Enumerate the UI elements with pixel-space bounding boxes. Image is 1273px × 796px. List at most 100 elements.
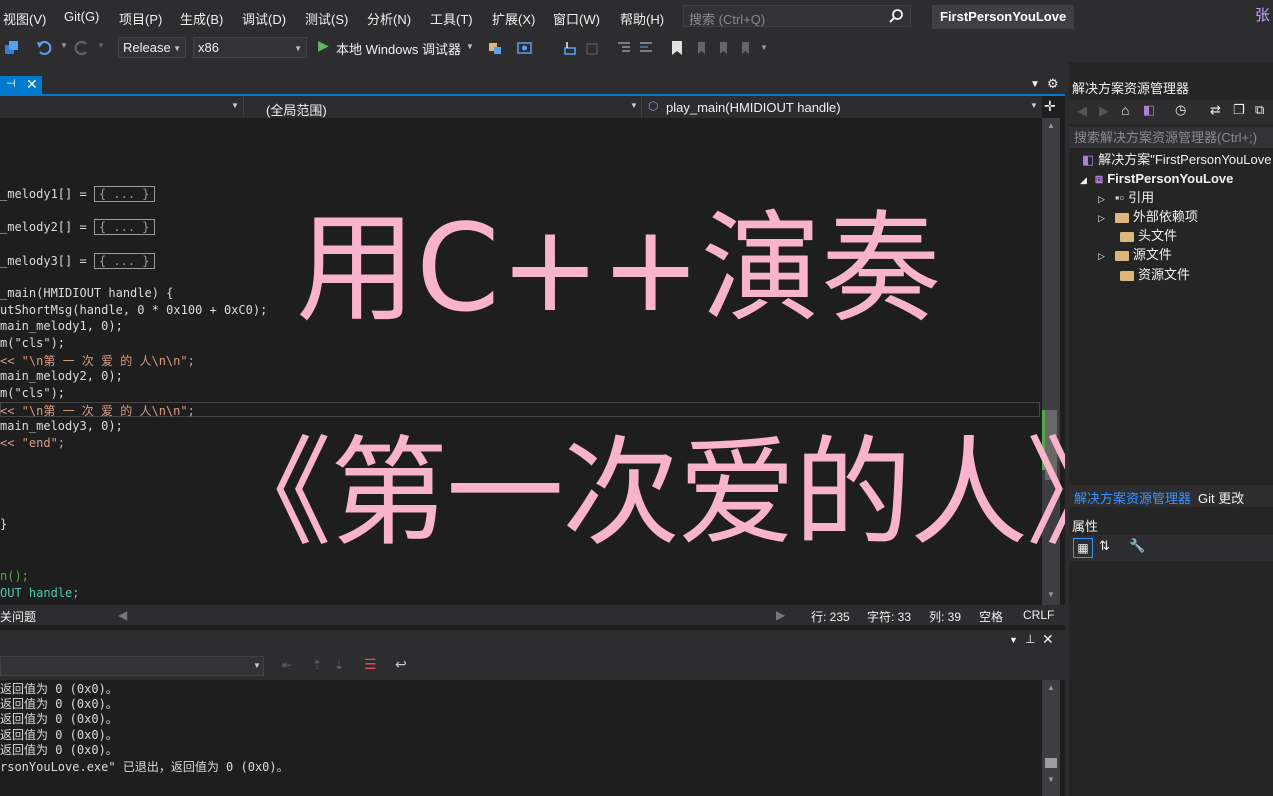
alphabetical-icon[interactable]: ⇅: [1099, 538, 1110, 554]
tree-item-header-files[interactable]: 头文件: [1120, 226, 1177, 245]
forward-icon[interactable]: ▶: [1099, 103, 1109, 119]
prev-message-icon[interactable]: ⇡: [312, 658, 322, 672]
bookmark-prev-icon[interactable]: [693, 40, 709, 56]
scroll-left-icon[interactable]: ◀: [118, 608, 127, 622]
property-pages-icon[interactable]: 🔧: [1129, 538, 1145, 554]
panel-dropdown-icon[interactable]: ▼: [1009, 635, 1018, 645]
output-source-select[interactable]: ▼: [0, 656, 264, 676]
tab-git-changes[interactable]: Git 更改: [1198, 488, 1244, 507]
attach-icon[interactable]: [487, 40, 503, 56]
collapsed-block[interactable]: { ... }: [93, 219, 155, 235]
tab-list-dropdown-icon[interactable]: ▼: [1030, 79, 1040, 90]
scope-select[interactable]: (全局范围) ▼: [246, 97, 642, 118]
project-scope-select[interactable]: ▼: [0, 97, 244, 117]
avatar[interactable]: 张: [1252, 5, 1273, 27]
solution-node[interactable]: ◧ 解决方案"FirstPersonYouLove: [1082, 150, 1272, 169]
step-icon[interactable]: [563, 40, 579, 56]
collapsed-block[interactable]: { ... }: [93, 186, 155, 202]
menu-extensions[interactable]: 扩展(X): [492, 9, 535, 28]
menu-view[interactable]: 视图(V): [3, 9, 46, 28]
menu-project[interactable]: 项目(P): [119, 9, 162, 28]
collapsed-arrow-icon[interactable]: ▷: [1098, 251, 1105, 261]
platform-select[interactable]: x86 ▼: [193, 37, 307, 58]
scroll-up-icon[interactable]: ▲: [1047, 121, 1055, 130]
redo-dropdown-icon[interactable]: ▼: [97, 41, 105, 50]
code-line: << "end";: [0, 436, 66, 450]
gear-icon[interactable]: ⚙: [1047, 76, 1059, 92]
pin-icon[interactable]: ⊣: [6, 77, 16, 90]
pin-icon[interactable]: ⊥: [1025, 632, 1035, 646]
issues-indicator[interactable]: 关问题: [0, 608, 36, 625]
scroll-right-icon[interactable]: ▶: [776, 608, 785, 622]
sync-icon[interactable]: ⇄: [1210, 102, 1221, 118]
tree-item-external-deps[interactable]: ▷ 外部依赖项: [1098, 207, 1198, 226]
split-editor-icon[interactable]: ✛: [1044, 98, 1056, 115]
scroll-up-icon[interactable]: ▲: [1047, 683, 1055, 692]
toolbar-overflow-icon[interactable]: ▼: [760, 43, 768, 52]
collapsed-arrow-icon[interactable]: ▷: [1098, 213, 1105, 223]
output-line: 返回值为 0 (0x0)。: [0, 712, 118, 726]
back-icon[interactable]: ◀: [1077, 103, 1087, 119]
code-line: << "\n第 一 次 爱 的 人\n\n";: [0, 404, 195, 418]
solution-search-input[interactable]: 搜索解决方案资源管理器(Ctrl+;): [1069, 127, 1273, 148]
close-icon[interactable]: ✕: [26, 76, 38, 93]
member-select[interactable]: ⬡ play_main(HMIDIOUT handle) ▼: [644, 97, 1042, 117]
menu-debug[interactable]: 调试(D): [242, 9, 286, 28]
step-disabled-icon[interactable]: [585, 40, 601, 56]
scroll-down-icon[interactable]: ▼: [1047, 590, 1055, 599]
close-icon[interactable]: ✕: [1042, 631, 1054, 648]
chevron-down-icon: ▼: [630, 101, 638, 110]
tab-solution-explorer[interactable]: 解决方案资源管理器: [1074, 488, 1191, 507]
undo-icon[interactable]: [36, 40, 52, 56]
line-indicator[interactable]: 行: 235: [811, 608, 850, 625]
output-panel-header: ▼ ⊥ ✕: [0, 630, 1065, 652]
search-input[interactable]: 搜索 (Ctrl+Q): [683, 5, 911, 27]
menu-help[interactable]: 帮助(H): [620, 9, 664, 28]
next-message-icon[interactable]: ⇣: [334, 658, 344, 672]
chevron-down-icon[interactable]: ▼: [466, 42, 474, 51]
undo-dropdown-icon[interactable]: ▼: [60, 41, 68, 50]
output-text-area[interactable]: 返回值为 0 (0x0)。 返回值为 0 (0x0)。 返回值为 0 (0x0)…: [0, 680, 1042, 796]
collapsed-arrow-icon[interactable]: ▷: [1098, 194, 1105, 204]
menu-git[interactable]: Git(G): [64, 9, 99, 24]
redo-icon[interactable]: [74, 40, 90, 56]
word-wrap-icon[interactable]: ↩: [395, 656, 407, 673]
outdent-icon[interactable]: [638, 40, 654, 56]
menu-build[interactable]: 生成(B): [180, 9, 223, 28]
indent-icon[interactable]: [616, 40, 632, 56]
switch-views-icon[interactable]: ◧: [1143, 102, 1155, 118]
menu-tools[interactable]: 工具(T): [430, 9, 473, 28]
scrollbar-thumb[interactable]: [1045, 758, 1057, 768]
clear-all-icon[interactable]: ☰: [364, 656, 377, 673]
char-indicator[interactable]: 字符: 33: [867, 608, 911, 625]
tree-item-references[interactable]: ▷ ▪▫ 引用: [1098, 188, 1154, 207]
expanded-icon[interactable]: ◢: [1080, 175, 1087, 185]
home-icon[interactable]: ⌂: [1121, 102, 1129, 118]
tree-item-source-files[interactable]: ▷ 源文件: [1098, 245, 1172, 264]
column-indicator[interactable]: 列: 39: [929, 608, 961, 625]
configuration-select[interactable]: Release ▼: [118, 37, 186, 58]
play-icon[interactable]: ▶: [318, 37, 329, 54]
tree-item-resource-files[interactable]: 资源文件: [1120, 265, 1190, 284]
collapse-all-icon[interactable]: ❐: [1233, 102, 1245, 118]
bookmark-icon[interactable]: [669, 40, 685, 56]
menu-window[interactable]: 窗口(W): [553, 9, 600, 28]
show-all-files-icon[interactable]: ⧉: [1255, 102, 1264, 118]
line-ending-indicator[interactable]: CRLF: [1023, 608, 1054, 622]
whitespace-indicator[interactable]: 空格: [979, 608, 1003, 625]
history-icon[interactable]: ◷: [1175, 102, 1186, 118]
start-debugger-button[interactable]: 本地 Windows 调试器: [336, 39, 461, 58]
project-node[interactable]: ◢ ⧈ FirstPersonYouLove: [1080, 169, 1233, 188]
bookmark-clear-icon[interactable]: [737, 40, 753, 56]
categorized-icon[interactable]: ▦: [1073, 538, 1093, 558]
collapsed-block[interactable]: { ... }: [93, 253, 155, 269]
goto-source-icon[interactable]: ⇤: [282, 658, 292, 672]
save-all-icon[interactable]: [4, 40, 20, 56]
bookmark-next-icon[interactable]: [715, 40, 731, 56]
output-scrollbar[interactable]: ▲ ▼: [1042, 680, 1060, 796]
browser-icon[interactable]: [517, 40, 533, 56]
menu-test[interactable]: 测试(S): [305, 9, 348, 28]
menu-analyze[interactable]: 分析(N): [367, 9, 411, 28]
scroll-down-icon[interactable]: ▼: [1047, 775, 1055, 784]
active-document-tab[interactable]: ⊣ ✕: [0, 76, 42, 95]
